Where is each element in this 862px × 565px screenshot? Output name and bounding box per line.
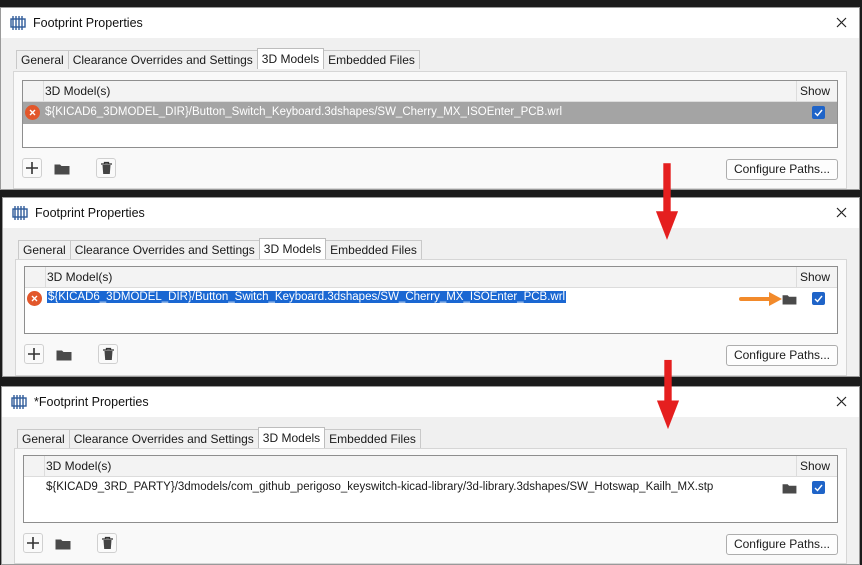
delete-button[interactable]	[98, 344, 118, 364]
tab-bar: General Clearance Overrides and Settings…	[17, 427, 421, 448]
browse-file-button[interactable]	[782, 293, 797, 308]
title-bar: Footprint Properties	[3, 198, 859, 228]
models-grid: 3D Model(s) Show ${KICAD9_3RD_PARTY}/3dm…	[23, 455, 838, 523]
trash-icon	[101, 536, 113, 549]
title-bar: Footprint Properties	[1, 8, 859, 38]
configure-paths-button[interactable]: Configure Paths...	[725, 159, 838, 180]
configure-paths-button[interactable]: Configure Paths...	[725, 534, 838, 555]
close-button[interactable]	[831, 202, 851, 222]
title-bar: *Footprint Properties	[2, 387, 859, 417]
models-grid: 3D Model(s) Show ${KICAD6_3DMODEL_DIR}/B…	[24, 266, 838, 334]
right-arrow-icon	[739, 292, 782, 306]
dialog-title: Footprint Properties	[35, 206, 145, 220]
trash-icon	[102, 347, 114, 360]
col-header-model: 3D Model(s)	[46, 459, 112, 473]
close-button[interactable]	[831, 12, 851, 32]
browse-file-button[interactable]	[782, 482, 797, 497]
folder-icon	[55, 539, 71, 549]
browse-button[interactable]	[54, 344, 74, 364]
add-icon	[26, 162, 38, 174]
browse-button[interactable]	[53, 533, 73, 553]
add-button[interactable]	[22, 158, 42, 178]
show-checkbox[interactable]	[812, 292, 825, 305]
error-icon	[25, 105, 40, 120]
tab-bar: General Clearance Overrides and Settings…	[16, 48, 420, 69]
model-row[interactable]: ${KICAD6_3DMODEL_DIR}/Button_Switch_Keyb…	[25, 288, 837, 310]
trash-icon	[100, 161, 112, 174]
down-arrow-icon	[656, 359, 680, 430]
col-header-model: 3D Model(s)	[47, 270, 113, 284]
row-label-header	[25, 267, 46, 287]
show-checkbox[interactable]	[812, 106, 825, 119]
tab-3d-models[interactable]: 3D Models	[258, 238, 327, 259]
footprint-app-icon	[12, 206, 28, 220]
checkbox-checked-icon	[814, 295, 823, 303]
close-icon	[836, 396, 846, 406]
model-path[interactable]: ${KICAD9_3RD_PARTY}/3dmodels/com_github_…	[46, 481, 713, 493]
tab-general[interactable]: General	[17, 429, 70, 448]
grid-header: 3D Model(s) Show	[24, 456, 837, 477]
add-icon	[28, 348, 40, 360]
close-icon	[836, 207, 846, 217]
tab-3d-models[interactable]: 3D Models	[256, 48, 325, 69]
show-checkbox[interactable]	[812, 481, 825, 494]
add-icon	[27, 537, 39, 549]
checkbox-checked-icon	[814, 109, 823, 117]
row-label-header	[24, 456, 45, 476]
tab-content: 3D Model(s) Show ${KICAD6_3DMODEL_DIR}/B…	[13, 71, 847, 189]
dialog-step-3: *Footprint Properties General Clearance …	[1, 386, 860, 565]
col-header-show-label: Show	[800, 84, 831, 98]
tab-embedded-files[interactable]: Embedded Files	[324, 429, 421, 448]
dialog-title: *Footprint Properties	[34, 395, 149, 409]
folder-icon	[782, 484, 797, 494]
checkbox-checked-icon	[814, 484, 823, 492]
grid-header: 3D Model(s) Show	[25, 267, 837, 288]
dialog-step-2: Footprint Properties General Clearance O…	[2, 197, 860, 377]
delete-button[interactable]	[97, 533, 117, 553]
col-header-show: Show	[796, 267, 837, 287]
tab-general[interactable]: General	[16, 50, 69, 69]
row-label-header	[23, 81, 44, 101]
down-arrow-icon	[655, 163, 679, 240]
delete-button[interactable]	[96, 158, 116, 178]
tab-clearance[interactable]: Clearance Overrides and Settings	[69, 240, 260, 259]
footprint-app-icon	[10, 16, 26, 30]
model-row[interactable]: ${KICAD9_3RD_PARTY}/3dmodels/com_github_…	[24, 477, 837, 499]
error-icon	[27, 291, 42, 306]
col-header-show-label: Show	[800, 459, 831, 473]
tab-embedded-files[interactable]: Embedded Files	[325, 240, 422, 259]
col-header-show: Show	[796, 81, 837, 101]
tab-content: 3D Model(s) Show ${KICAD9_3RD_PARTY}/3dm…	[14, 448, 847, 564]
dialog-step-1: Footprint Properties General Clearance O…	[0, 7, 860, 190]
browse-button[interactable]	[52, 158, 72, 178]
configure-paths-button[interactable]: Configure Paths...	[725, 345, 838, 366]
tab-clearance[interactable]: Clearance Overrides and Settings	[68, 429, 259, 448]
model-path-input[interactable]: ${KICAD6_3DMODEL_DIR}/Button_Switch_Keyb…	[47, 291, 567, 303]
close-icon	[836, 17, 846, 27]
model-row[interactable]: ${KICAD6_3DMODEL_DIR}/Button_Switch_Keyb…	[23, 102, 837, 124]
tab-content: 3D Model(s) Show ${KICAD6_3DMODEL_DIR}/B…	[15, 259, 847, 376]
footprint-app-icon	[11, 395, 27, 409]
model-path[interactable]: ${KICAD6_3DMODEL_DIR}/Button_Switch_Keyb…	[45, 106, 562, 118]
close-button[interactable]	[831, 391, 851, 411]
add-button[interactable]	[23, 533, 43, 553]
col-header-show: Show	[796, 456, 837, 476]
dialog-title: Footprint Properties	[33, 16, 143, 30]
models-grid: 3D Model(s) Show ${KICAD6_3DMODEL_DIR}/B…	[22, 80, 838, 148]
col-header-model: 3D Model(s)	[45, 84, 111, 98]
tab-3d-models[interactable]: 3D Models	[257, 427, 326, 448]
tab-general[interactable]: General	[18, 240, 71, 259]
col-header-show-label: Show	[800, 270, 831, 284]
folder-icon	[54, 164, 70, 174]
tab-embedded-files[interactable]: Embedded Files	[323, 50, 420, 69]
grid-header: 3D Model(s) Show	[23, 81, 837, 102]
folder-icon	[56, 350, 72, 360]
tab-clearance[interactable]: Clearance Overrides and Settings	[67, 50, 258, 69]
tab-bar: General Clearance Overrides and Settings…	[18, 238, 422, 259]
add-button[interactable]	[24, 344, 44, 364]
folder-icon	[782, 295, 797, 305]
